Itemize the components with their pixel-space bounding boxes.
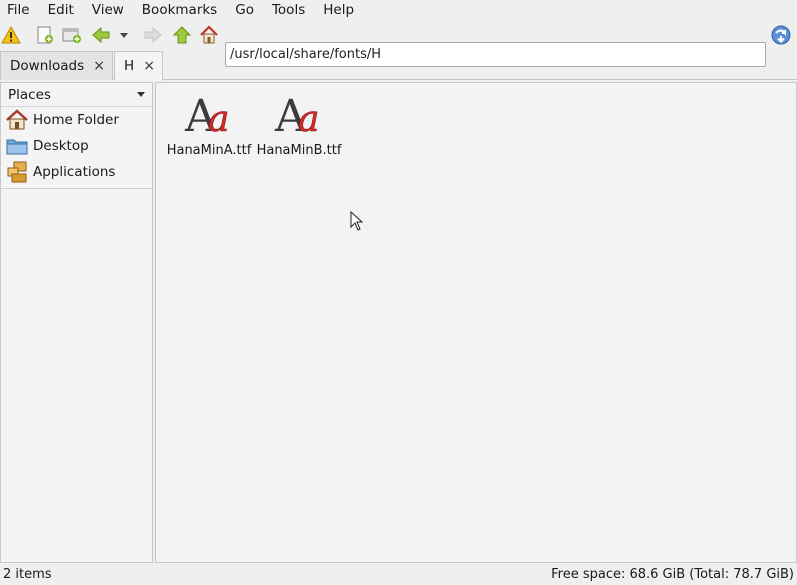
- places-sidebar: Places Home Folder Desktop Applications: [0, 82, 153, 563]
- applications-icon: [6, 161, 28, 183]
- places-title: Places: [8, 86, 51, 103]
- status-bar: 2 items Free space: 68.6 GiB (Total: 78.…: [0, 563, 797, 585]
- tab-label: Downloads: [10, 58, 85, 74]
- menu-tools[interactable]: Tools: [265, 1, 305, 19]
- menu-bar: File Edit View Bookmarks Go Tools Help: [0, 0, 797, 20]
- warning-icon[interactable]: [0, 24, 22, 46]
- toolbar: /usr/local/share/fonts/H: [0, 20, 797, 67]
- file-item[interactable]: A a HanaMinA.ttf: [164, 91, 254, 158]
- sidebar-item-label: Desktop: [33, 138, 89, 154]
- desktop-folder-icon: [6, 135, 28, 157]
- close-icon[interactable]: ×: [93, 58, 105, 74]
- close-icon[interactable]: ×: [143, 58, 155, 74]
- chevron-down-icon[interactable]: [137, 92, 145, 97]
- sidebar-item-desktop[interactable]: Desktop: [1, 133, 152, 159]
- menu-edit[interactable]: Edit: [41, 1, 74, 19]
- sidebar-item-home-folder[interactable]: Home Folder: [1, 107, 152, 133]
- free-space: Free space: 68.6 GiB (Total: 78.7 GiB): [551, 566, 794, 582]
- font-file-icon: A a: [184, 91, 234, 142]
- go-icon[interactable]: [770, 24, 792, 46]
- tab-strip: Downloads × H ×: [0, 51, 797, 81]
- sidebar-item-label: Home Folder: [33, 112, 119, 128]
- svg-text:a: a: [208, 99, 229, 137]
- item-count: 2 items: [3, 566, 52, 582]
- new-tab-icon[interactable]: [34, 24, 56, 46]
- svg-text:a: a: [298, 99, 319, 137]
- font-file-icon: A a: [274, 91, 324, 142]
- home-icon[interactable]: [198, 24, 220, 46]
- sidebar-item-label: Applications: [33, 164, 116, 180]
- file-view[interactable]: A a HanaMinA.ttf A a HanaMinB.ttf: [155, 82, 797, 563]
- file-name: HanaMinB.ttf: [256, 143, 342, 158]
- tab-downloads[interactable]: Downloads ×: [0, 51, 113, 80]
- places-header[interactable]: Places: [1, 83, 152, 107]
- sidebar-item-applications[interactable]: Applications: [1, 159, 152, 185]
- tab-h[interactable]: H ×: [114, 51, 163, 81]
- sidebar-divider: [1, 188, 152, 189]
- mouse-cursor-icon: [350, 210, 364, 235]
- menu-bookmarks[interactable]: Bookmarks: [135, 1, 217, 19]
- menu-help[interactable]: Help: [316, 1, 354, 19]
- home-folder-icon: [6, 109, 28, 131]
- menu-file[interactable]: File: [0, 1, 30, 19]
- up-icon[interactable]: [171, 24, 193, 46]
- forward-icon[interactable]: [142, 24, 164, 46]
- file-name: HanaMinA.ttf: [166, 143, 252, 158]
- history-dropdown-icon[interactable]: [117, 24, 131, 46]
- back-icon[interactable]: [90, 24, 112, 46]
- tab-label: H: [124, 58, 135, 74]
- menu-go[interactable]: Go: [228, 1, 254, 19]
- menu-view[interactable]: View: [85, 1, 124, 19]
- new-window-icon[interactable]: [61, 24, 83, 46]
- file-item[interactable]: A a HanaMinB.ttf: [254, 91, 344, 158]
